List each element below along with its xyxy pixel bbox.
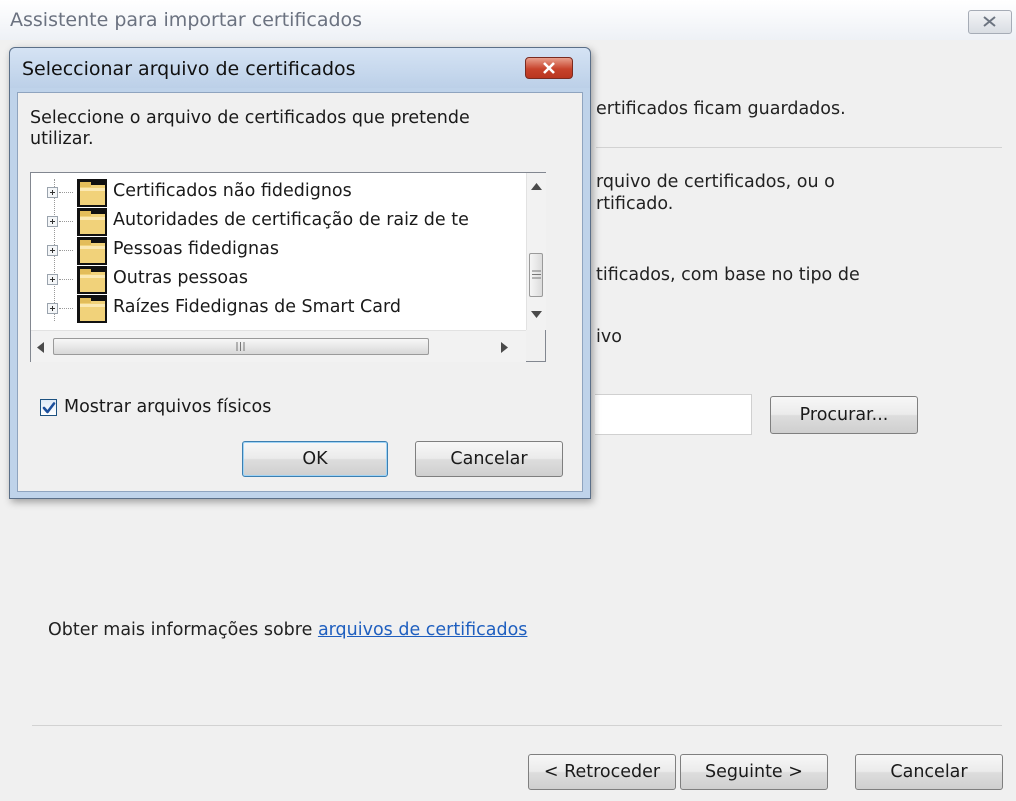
plus-expander-icon[interactable] bbox=[47, 216, 58, 227]
ok-button[interactable]: OK bbox=[242, 441, 388, 477]
plus-expander-icon[interactable] bbox=[47, 187, 58, 198]
dialog-close-button[interactable] bbox=[525, 57, 573, 79]
close-icon bbox=[543, 62, 555, 74]
tree-item[interactable]: Raízes Fidedignas de Smart Card bbox=[31, 295, 521, 323]
wizard-footer-divider bbox=[32, 725, 1002, 726]
select-certificate-store-dialog: Seleccionar arquivo de certificados Sele… bbox=[9, 47, 591, 499]
arrow-down-icon[interactable] bbox=[531, 311, 542, 318]
wizard-place-file-text: ivo bbox=[596, 327, 622, 347]
folder-icon bbox=[77, 208, 107, 236]
wizard-choose-text-line2: rtificado. bbox=[596, 194, 674, 214]
wizard-cancel-button[interactable]: Cancelar bbox=[855, 754, 1003, 790]
tree-item-label: Raízes Fidedignas de Smart Card bbox=[113, 297, 401, 317]
tree-horizontal-scrollbar[interactable] bbox=[31, 330, 526, 362]
next-button[interactable]: Seguinte > bbox=[680, 754, 828, 790]
folder-icon bbox=[77, 237, 107, 265]
wizard-title-bar: Assistente para importar certificados bbox=[0, 0, 1016, 40]
plus-expander-icon[interactable] bbox=[47, 303, 58, 314]
tree-item[interactable]: Pessoas fidedignas bbox=[31, 237, 521, 265]
browse-button[interactable]: Procurar... bbox=[770, 396, 918, 434]
more-info-text: Obter mais informações sobre bbox=[48, 620, 313, 640]
folder-icon bbox=[77, 179, 107, 207]
wizard-choose-text-line1: rquivo de certificados, ou o bbox=[596, 172, 835, 192]
arrow-left-icon[interactable] bbox=[37, 342, 44, 353]
tree-vertical-scrollbar[interactable] bbox=[526, 173, 546, 330]
more-info-line: Obter mais informações sobre arquivos de… bbox=[48, 620, 527, 640]
certificate-store-tree[interactable]: Certificados não fidedignos Autoridades … bbox=[30, 172, 546, 362]
arrow-up-icon[interactable] bbox=[531, 183, 542, 190]
plus-expander-icon[interactable] bbox=[47, 274, 58, 285]
show-physical-stores-checkbox[interactable] bbox=[40, 399, 57, 416]
checkmark-icon bbox=[42, 402, 56, 414]
close-icon bbox=[983, 16, 996, 27]
wizard-store-info-text: ertificados ficam guardados. bbox=[596, 99, 846, 119]
horizontal-scroll-thumb[interactable] bbox=[53, 338, 429, 355]
dialog-cancel-button[interactable]: Cancelar bbox=[415, 441, 563, 477]
wizard-title: Assistente para importar certificados bbox=[10, 9, 363, 31]
tree-item-label: Autoridades de certificação de raiz de t… bbox=[113, 210, 469, 230]
dialog-title: Seleccionar arquivo de certificados bbox=[22, 58, 356, 80]
vertical-scroll-thumb[interactable] bbox=[529, 253, 543, 297]
dialog-prompt: Seleccione o arquivo de certificados que… bbox=[30, 108, 470, 149]
certificate-files-link[interactable]: arquivos de certificados bbox=[318, 620, 527, 640]
scrollbar-corner bbox=[526, 330, 545, 361]
tree-item-label: Certificados não fidedignos bbox=[113, 181, 352, 201]
folder-icon bbox=[77, 295, 107, 323]
dialog-title-bar: Seleccionar arquivo de certificados bbox=[10, 48, 590, 88]
tree-item-label: Pessoas fidedignas bbox=[113, 239, 279, 259]
tree-item[interactable]: Outras pessoas bbox=[31, 266, 521, 294]
wizard-auto-select-text: tificados, com base no tipo de bbox=[596, 265, 860, 285]
tree-item[interactable]: Certificados não fidedignos bbox=[31, 179, 521, 207]
tree-item-label: Outras pessoas bbox=[113, 268, 248, 288]
folder-icon bbox=[77, 266, 107, 294]
grip-icon bbox=[236, 342, 245, 351]
certificate-store-field[interactable] bbox=[595, 394, 752, 435]
wizard-close-button[interactable] bbox=[968, 10, 1012, 34]
arrow-right-icon[interactable] bbox=[501, 342, 508, 353]
show-physical-stores-label[interactable]: Mostrar arquivos físicos bbox=[64, 397, 271, 417]
plus-expander-icon[interactable] bbox=[47, 245, 58, 256]
tree-item[interactable]: Autoridades de certificação de raiz de t… bbox=[31, 208, 521, 236]
grip-icon bbox=[532, 270, 541, 279]
back-button[interactable]: < Retroceder bbox=[528, 754, 676, 790]
wizard-header-divider bbox=[596, 147, 1002, 148]
